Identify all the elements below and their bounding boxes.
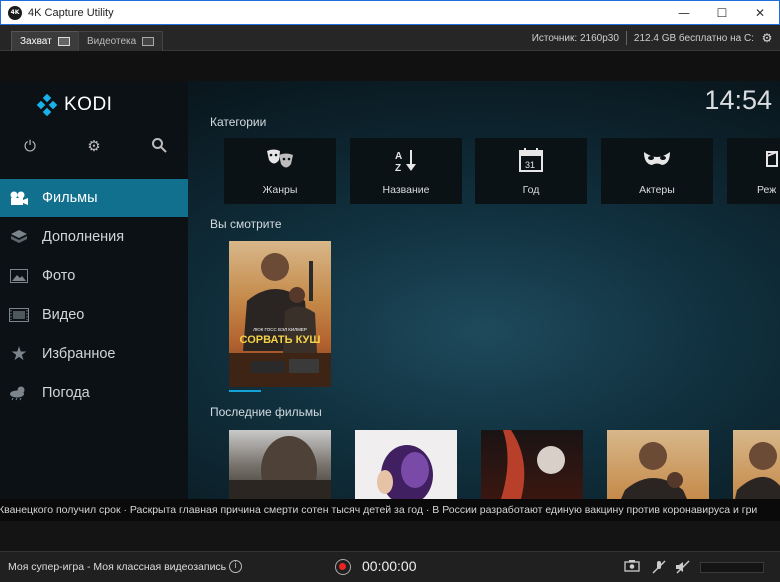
menu-item-video[interactable]: Видео xyxy=(0,296,188,334)
power-icon[interactable]: ⏻ xyxy=(21,137,39,155)
free-space-status: 212.4 GB бесплатно на C: xyxy=(633,32,754,44)
category-label: Реж xyxy=(757,184,777,196)
director-icon xyxy=(727,148,780,172)
preview-top-band xyxy=(0,51,780,81)
window-controls: — ☐ ✕ xyxy=(665,1,779,24)
calendar-icon: 31 xyxy=(475,148,587,172)
window-title: 4K Capture Utility xyxy=(28,6,114,19)
capture-icon xyxy=(57,37,70,46)
recent-poster-1-art xyxy=(229,436,331,499)
category-label: Актеры xyxy=(639,184,675,196)
category-title[interactable]: AZ Название xyxy=(350,138,462,204)
recent-poster-2[interactable] xyxy=(355,430,457,499)
tab-capture[interactable]: Захват xyxy=(11,31,79,51)
minimize-button[interactable]: — xyxy=(665,1,703,24)
recent-poster-4-art xyxy=(621,442,687,499)
watching-title: Вы смотрите xyxy=(210,217,282,231)
tab-library[interactable]: Видеотека xyxy=(78,31,164,51)
category-directors[interactable]: Реж xyxy=(727,138,780,204)
weather-icon xyxy=(8,384,30,402)
clock: 14:54 xyxy=(704,85,772,115)
recent-poster-4[interactable] xyxy=(607,430,709,499)
kodi-logo: KODI xyxy=(36,94,112,116)
source-status: Источник: 2160p30 xyxy=(531,32,619,44)
capture-preview: KODI ⏻ ⚙ Фильмы Дополнения Фото Видео ★ … xyxy=(0,81,780,499)
gear-icon[interactable]: ⚙ xyxy=(754,31,780,45)
menu-item-addons[interactable]: Дополнения xyxy=(0,218,188,256)
maximize-button[interactable]: ☐ xyxy=(703,1,741,24)
category-label: Год xyxy=(522,184,540,196)
ticker-text: Кванецкого получил срок · Раскрыта главн… xyxy=(0,504,758,516)
svg-text:Z: Z xyxy=(395,163,401,172)
kodi-logo-text: KODI xyxy=(64,94,113,115)
category-actors[interactable]: Актеры xyxy=(601,138,713,204)
category-label: Жанры xyxy=(262,184,298,196)
search-icon[interactable] xyxy=(150,137,168,155)
menu-item-photo[interactable]: Фото xyxy=(0,257,188,295)
bottom-bar: Моя супер-игра - Моя классная видеозапис… xyxy=(0,551,780,582)
category-year[interactable]: 31 Год xyxy=(475,138,587,204)
poster-art xyxy=(229,253,331,387)
audio-level-meter xyxy=(700,562,764,573)
star-icon: ★ xyxy=(10,343,28,365)
tab-library-label: Видеотека xyxy=(87,36,137,47)
category-genres[interactable]: Жанры xyxy=(224,138,336,204)
menu-item-weather[interactable]: Погода xyxy=(0,374,188,412)
menu-label: Видео xyxy=(42,307,85,323)
menu-item-favourites[interactable]: ★ Избранное xyxy=(0,335,188,373)
kodi-sidebar: KODI ⏻ ⚙ Фильмы Дополнения Фото Видео ★ … xyxy=(0,81,188,499)
recent-poster-5[interactable] xyxy=(733,430,780,499)
mask-icon xyxy=(601,148,713,172)
menu-label: Избранное xyxy=(42,346,116,362)
app-logo-icon: 4K xyxy=(8,5,22,20)
svg-text:A: A xyxy=(395,151,402,162)
status-area: Источник: 2160p30 212.4 GB бесплатно на … xyxy=(532,31,780,45)
menu-label: Фото xyxy=(42,268,76,284)
recent-title: Последние фильмы xyxy=(210,405,322,419)
menu-label: Дополнения xyxy=(42,229,125,245)
record-button[interactable] xyxy=(335,559,351,575)
status-divider xyxy=(625,31,627,45)
app-window: 4K 4K Capture Utility — ☐ ✕ Захват Видео… xyxy=(0,0,780,582)
audio-muted-icon[interactable] xyxy=(675,560,691,574)
movies-icon xyxy=(8,189,30,207)
toolbar: Захват Видеотека Источник: 2160p30 212.4… xyxy=(0,25,780,51)
poster-title: СОРВАТЬ КУШ xyxy=(239,334,321,346)
menu-label: Фильмы xyxy=(42,190,98,206)
recent-poster-3[interactable] xyxy=(481,430,583,499)
recent-poster-2-art xyxy=(377,445,433,499)
recording-name[interactable]: Моя супер-игра - Моя классная видеозапис… xyxy=(8,561,226,573)
watch-progress-bar xyxy=(229,390,261,392)
close-button[interactable]: ✕ xyxy=(741,1,779,24)
menu-item-movies[interactable]: Фильмы xyxy=(0,179,188,217)
category-label: Название xyxy=(382,184,430,196)
recent-poster-1[interactable] xyxy=(229,430,331,499)
title-bar: 4K 4K Capture Utility — ☐ ✕ xyxy=(0,0,780,25)
screenshot-icon[interactable] xyxy=(624,560,640,574)
photo-icon xyxy=(8,267,30,285)
calendar-day: 31 xyxy=(525,160,535,170)
video-icon xyxy=(8,306,30,324)
addons-icon xyxy=(8,228,30,246)
record-timer: 00:00:00 xyxy=(362,558,417,574)
sort-az-icon: AZ xyxy=(350,148,462,172)
mic-muted-icon[interactable] xyxy=(651,560,667,574)
settings-icon[interactable]: ⚙ xyxy=(85,137,103,155)
recent-poster-5-art xyxy=(735,442,780,499)
categories-title: Категории xyxy=(210,115,267,129)
poster-actors: ЛЮК ГОСС ВЭЛ КИЛМЕР xyxy=(253,327,307,332)
news-ticker: Кванецкого получил срок · Раскрыта главн… xyxy=(0,499,780,521)
preview-bottom-band xyxy=(0,521,780,551)
info-icon[interactable]: i xyxy=(229,560,242,573)
poster-sorvat-kush[interactable]: ЛЮК ГОСС ВЭЛ КИЛМЕР СОРВАТЬ КУШ xyxy=(229,241,331,387)
tab-capture-label: Захват xyxy=(20,36,52,47)
menu-label: Погода xyxy=(42,385,90,401)
masks-icon xyxy=(224,148,336,172)
kodi-logo-icon xyxy=(36,94,58,116)
library-icon xyxy=(142,37,155,46)
recent-poster-3-art xyxy=(501,430,565,499)
system-icons: ⏻ ⚙ xyxy=(0,137,188,157)
